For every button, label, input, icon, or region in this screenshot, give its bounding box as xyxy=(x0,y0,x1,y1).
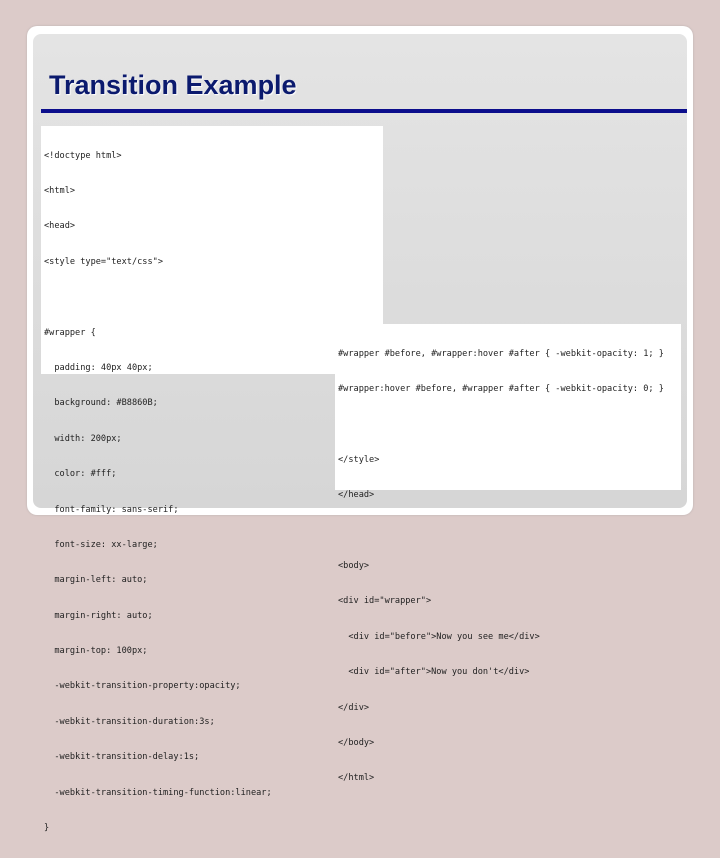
code-line: width: 200px; xyxy=(44,433,122,444)
code-line: <div id="after">Now you don't</div> xyxy=(338,667,530,678)
code-line: -webkit-transition-duration:3s; xyxy=(44,716,215,727)
code-line: margin-right: auto; xyxy=(44,610,153,621)
code-line: </div> xyxy=(338,702,370,713)
code-line: margin-left: auto; xyxy=(44,575,148,586)
slide-content-panel: Transition Example <!doctype html> <html… xyxy=(33,34,687,833)
code-line: -webkit-transition-delay:1s; xyxy=(44,752,200,763)
code-line: padding: 40px 40px; xyxy=(44,362,153,373)
code-line: <body> xyxy=(338,560,370,571)
code-line: } xyxy=(44,823,50,834)
code-line: </head> xyxy=(338,490,375,501)
code-screenshot-html: #wrapper #before, #wrapper:hover #after … xyxy=(335,324,681,783)
code-line: <head> xyxy=(44,221,76,232)
code-line: color: #fff; xyxy=(44,469,117,480)
code-line: <html> xyxy=(44,185,76,196)
code-line: #wrapper:hover #before, #wrapper #after … xyxy=(338,383,664,394)
slide-title: Transition Example xyxy=(49,70,297,100)
code-line: -webkit-transition-timing-function:linea… xyxy=(44,787,272,798)
code-line: background: #B8860B; xyxy=(44,398,158,409)
code-line: <!doctype html> xyxy=(44,150,122,161)
code-line: margin-top: 100px; xyxy=(44,646,148,657)
code-line: font-family: sans-serif; xyxy=(44,504,179,515)
code-line: #wrapper #before, #wrapper:hover #after … xyxy=(338,348,664,359)
code-line: #wrapper { xyxy=(44,327,96,338)
code-line: <style type="text/css"> xyxy=(44,256,163,267)
code-line: <div id="before">Now you see me</div> xyxy=(338,631,540,642)
code-line: </html> xyxy=(338,773,375,784)
code-line: font-size: xx-large; xyxy=(44,539,158,550)
code-screenshot-css: <!doctype html> <html> <head> <style typ… xyxy=(41,126,383,833)
code-line: </style> xyxy=(338,454,380,465)
slide: Transition Example <!doctype html> <html… xyxy=(27,26,693,833)
code-line: <div id="wrapper"> xyxy=(338,596,432,607)
title-underline-rule xyxy=(41,109,687,113)
code-line: </body> xyxy=(338,737,375,748)
code-line: -webkit-transition-property:opacity; xyxy=(44,681,241,692)
